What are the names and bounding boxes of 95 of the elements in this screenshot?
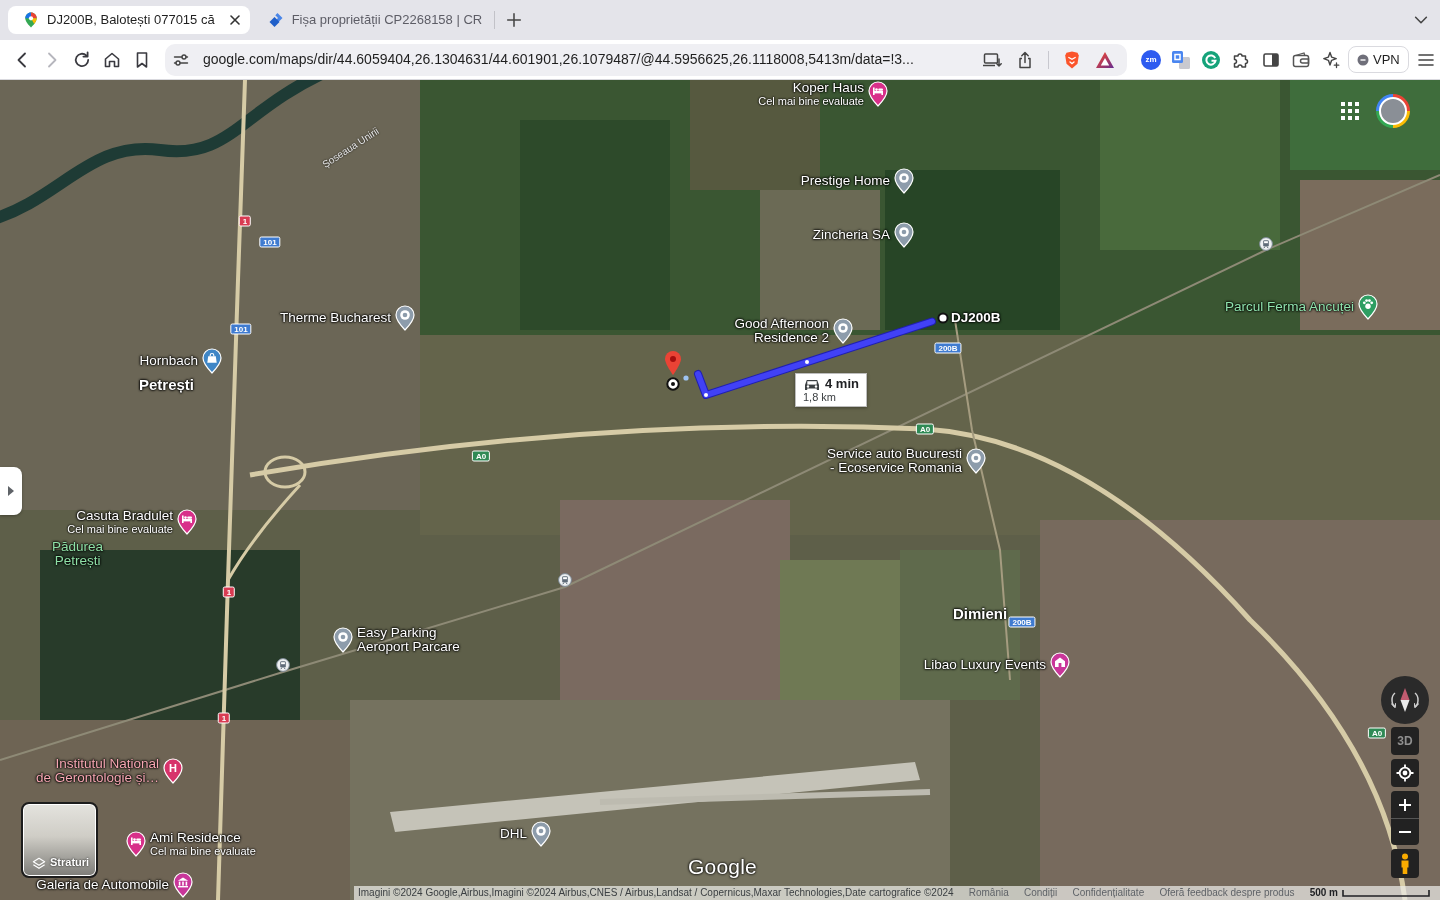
caret-right-icon <box>8 486 14 496</box>
zoom-out-button[interactable] <box>1391 818 1419 845</box>
house-pin-icon[interactable] <box>1050 652 1070 678</box>
browser-tab[interactable]: Fișa proprietății CP2268158 | CR <box>249 6 495 34</box>
panel-toggle-button[interactable] <box>0 467 22 515</box>
origin-marker-icon[interactable] <box>666 377 680 391</box>
plus-icon <box>1398 797 1412 812</box>
diamond-favicon-icon <box>267 12 284 28</box>
columns-pin-icon[interactable] <box>173 872 193 898</box>
pegman-button[interactable] <box>1391 849 1419 878</box>
pin-icon[interactable] <box>833 318 853 344</box>
bed-pin-icon[interactable] <box>177 509 197 535</box>
route-info-card[interactable]: 4 min 1,8 km <box>795 373 867 407</box>
pin-icon[interactable] <box>531 821 551 847</box>
place-label[interactable]: Casuta Bradulet <box>76 509 173 523</box>
footer-link[interactable]: Oferă feedback despre produs <box>1159 886 1295 900</box>
pin-favicon-icon <box>23 12 39 28</box>
rating-note: Cel mai bine evaluate <box>758 95 864 107</box>
person-icon <box>1399 853 1411 874</box>
crosshair-icon <box>1396 764 1414 782</box>
apps-grid-icon[interactable] <box>1341 102 1359 120</box>
scale-bar-icon <box>1342 889 1430 897</box>
road-shield: A0 <box>915 423 935 435</box>
attribution-text: Imagini ©2024 Google,Airbus,Imagini ©2024 Airbus,CNES / Airbus,Landsat / Copernicus,Maxar Technologies,Date cartografice ©2024 <box>358 886 954 900</box>
bed-pin-icon[interactable] <box>868 81 888 107</box>
travel-time: 4 min <box>825 377 859 391</box>
minus-icon <box>1398 830 1412 834</box>
place-label[interactable]: Good Afternoon Residence 2 <box>734 317 829 345</box>
train-station-icon[interactable] <box>558 573 572 587</box>
layers-icon <box>32 857 46 870</box>
place-label[interactable]: DHL <box>500 827 527 841</box>
browser-tab[interactable]: DJ200B, Balotești 077015 că <box>8 6 250 34</box>
shield-icon[interactable] <box>1062 49 1082 70</box>
zoom-in-button[interactable] <box>1391 791 1419 818</box>
pin-icon[interactable] <box>894 168 914 194</box>
destination-marker-icon[interactable] <box>937 312 949 324</box>
destination-label[interactable]: DJ200B <box>951 307 1001 329</box>
road-shield: 1 <box>238 215 252 227</box>
place-label[interactable]: Institutul Național de Gerontologie și… <box>35 757 159 785</box>
rating-note: Cel mai bine evaluate <box>67 523 173 535</box>
pin-icon[interactable] <box>395 305 415 331</box>
footer-link[interactable]: România <box>968 886 1009 900</box>
road-shield: 1 <box>217 712 231 724</box>
train-station-icon[interactable] <box>1259 237 1273 251</box>
train-station-icon[interactable] <box>276 658 290 672</box>
vpn-button[interactable]: VPN <box>1348 46 1409 73</box>
wallet-icon[interactable] <box>1291 49 1311 70</box>
road-shield: 1 <box>222 586 236 598</box>
reload-icon[interactable] <box>72 49 92 70</box>
town-label: Petrești <box>139 377 195 393</box>
town-label: Dimieni <box>953 606 1008 622</box>
place-label[interactable]: Koper Haus <box>792 81 864 95</box>
bed-pin-icon[interactable] <box>126 831 146 857</box>
place-label[interactable]: Libao Luxury Events <box>923 658 1046 672</box>
pin-icon[interactable] <box>966 448 986 474</box>
bag-pin-icon[interactable] <box>202 348 222 374</box>
forest-label: Pădurea Petrești <box>52 540 104 568</box>
compass-needle-icon[interactable] <box>1400 688 1410 712</box>
tilt-button[interactable]: 3D <box>1391 727 1419 755</box>
place-label[interactable]: Prestige Home <box>800 174 890 188</box>
road-shield: 200B <box>934 342 962 354</box>
g-logo-icon[interactable] <box>1201 49 1221 70</box>
scale-label: 500 m <box>1309 886 1338 900</box>
hospital-pin-icon[interactable]: H <box>163 758 183 784</box>
my-location-button[interactable] <box>1391 759 1419 787</box>
place-label[interactable]: Parcul Ferma Ancuței <box>1224 300 1354 314</box>
pin-icon[interactable] <box>894 222 914 248</box>
pin-icon[interactable] <box>333 627 353 653</box>
place-label[interactable]: Service auto Bucuresti - Ecoservice Romania <box>826 447 962 475</box>
road-shield: A0 <box>1367 727 1387 739</box>
new-tab-icon[interactable] <box>505 11 524 29</box>
map-logo: Google <box>688 856 757 878</box>
zm-extension-button[interactable]: zm <box>1141 49 1161 70</box>
layers-button[interactable]: Straturi <box>21 802 98 878</box>
place-label[interactable]: Hornbach <box>139 354 198 368</box>
place-label[interactable]: Galeria de Automobile <box>36 878 169 892</box>
road-shield: 200B <box>1008 616 1036 628</box>
place-label[interactable]: Therme Bucharest <box>279 311 391 325</box>
place-label[interactable]: Easy Parking Aeroport Parcare <box>357 626 460 654</box>
place-label[interactable]: Zincheria SA <box>812 228 890 242</box>
footer-link[interactable]: Confidențialitate <box>1072 886 1145 900</box>
minus-circle-icon <box>1357 53 1369 66</box>
rotate-left-icon[interactable] <box>1389 692 1396 708</box>
paw-pin-icon[interactable] <box>1358 294 1378 320</box>
travel-distance: 1,8 km <box>803 391 837 403</box>
tune-icon[interactable] <box>173 51 189 68</box>
sparkle-icon[interactable] <box>1321 49 1341 70</box>
address-bar[interactable]: google.com/maps/dir/44.6059404,26.1304631/44.601901,26.1079487/@44.5956625,26.1118008,5413m/data=!3... <box>165 43 1127 76</box>
road-shield: 101 <box>230 323 252 335</box>
translate-icon[interactable] <box>1171 49 1191 70</box>
road-shield: 101 <box>259 236 281 248</box>
footer-link[interactable]: Condiții <box>1023 886 1058 900</box>
road-shield: A0 <box>471 450 491 462</box>
rotate-right-icon[interactable] <box>1414 692 1421 708</box>
car-icon <box>803 377 821 391</box>
